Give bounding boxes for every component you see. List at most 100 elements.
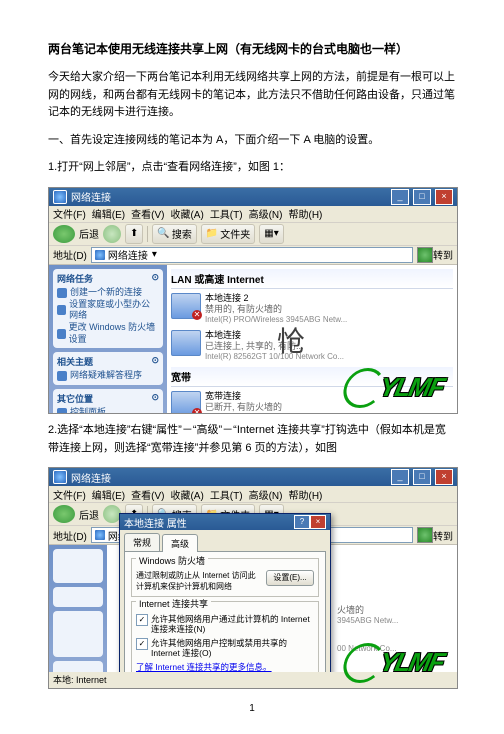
menu-file[interactable]: 文件(F) bbox=[53, 206, 86, 221]
go-label: 转到 bbox=[433, 247, 453, 262]
toolbar: 后退 ⬆ 🔍搜索 📁文件夹 ▦▾ bbox=[49, 222, 457, 246]
dialog-titlebar: 本地连接 属性 ? × bbox=[120, 514, 330, 530]
maximize-button[interactable]: □ bbox=[413, 189, 431, 205]
menu-favorites[interactable]: 收藏(A) bbox=[170, 206, 203, 221]
network-icon bbox=[171, 391, 201, 414]
address-icon bbox=[94, 529, 106, 541]
panel-network-tasks[interactable]: 网络任务⊙ bbox=[57, 272, 159, 285]
properties-dialog: 本地连接 属性 ? × 常规 高级 Windows 防火墙 通过限制或防止从 I… bbox=[119, 513, 331, 685]
connection-device: 3945ABG Netw... bbox=[337, 616, 457, 626]
tab-general[interactable]: 常规 bbox=[124, 533, 160, 551]
tab-advanced[interactable]: 高级 bbox=[162, 534, 198, 552]
place-control-panel[interactable]: 控制面板 bbox=[57, 407, 159, 414]
checkbox-allow-control[interactable]: ✓ bbox=[136, 638, 148, 650]
views-button[interactable]: ▦▾ bbox=[259, 224, 283, 244]
minimize-button[interactable]: _ bbox=[391, 469, 409, 485]
address-value: 网络连接 bbox=[108, 247, 148, 262]
checkbox-allow-share[interactable]: ✓ bbox=[136, 614, 148, 626]
address-label: 地址(D) bbox=[53, 528, 87, 543]
go-label: 转到 bbox=[433, 528, 453, 543]
menu-favorites[interactable]: 收藏(A) bbox=[170, 487, 203, 502]
task-firewall[interactable]: 更改 Windows 防火墙设置 bbox=[57, 322, 159, 345]
back-button[interactable] bbox=[53, 225, 75, 243]
panel-related[interactable]: 相关主题⊙ bbox=[57, 355, 159, 368]
back-label: 后退 bbox=[79, 226, 99, 241]
doc-title: 两台笔记本使用无线连接共享上网（有无线网卡的台式电脑也一样） bbox=[48, 40, 456, 57]
minimize-button[interactable]: _ bbox=[391, 189, 409, 205]
menu-edit[interactable]: 编辑(E) bbox=[92, 206, 125, 221]
screenshot-2: 网络连接 _ □ × 文件(F) 编辑(E) 查看(V) 收藏(A) 工具(T)… bbox=[48, 467, 458, 689]
search-button[interactable]: 🔍搜索 bbox=[152, 224, 196, 244]
window-titlebar: 网络连接 _ □ × bbox=[49, 468, 457, 486]
firewall-text: 通过限制或防止从 Internet 访问此计算机来保护计算机和网络 bbox=[136, 570, 262, 592]
ylmf-logo: YLMF bbox=[377, 647, 446, 678]
tab-content: Windows 防火墙 通过限制或防止从 Internet 访问此计算机来保护计… bbox=[124, 551, 326, 675]
back-label: 后退 bbox=[79, 507, 99, 522]
menu-bar: 文件(F) 编辑(E) 查看(V) 收藏(A) 工具(T) 高级(N) 帮助(H… bbox=[49, 206, 457, 222]
app-icon bbox=[53, 190, 67, 204]
menu-help[interactable]: 帮助(H) bbox=[288, 487, 322, 502]
address-label: 地址(D) bbox=[53, 247, 87, 262]
back-button[interactable] bbox=[53, 505, 75, 523]
dialog-tabs: 常规 高级 bbox=[120, 530, 330, 551]
address-input[interactable]: 网络连接 ▾ bbox=[91, 247, 413, 263]
go-button[interactable] bbox=[417, 527, 433, 543]
firewall-settings-button[interactable]: 设置(E)... bbox=[266, 570, 314, 586]
window-title: 网络连接 bbox=[71, 189, 111, 204]
connection-status: 已断开, 有防火墙的 bbox=[205, 402, 293, 413]
connection-name: 宽带连接 bbox=[205, 391, 293, 402]
menu-file[interactable]: 文件(F) bbox=[53, 487, 86, 502]
up-button[interactable]: ⬆ bbox=[125, 224, 143, 244]
fieldset-label: Windows 防火墙 bbox=[136, 554, 208, 567]
ics-more-info-link[interactable]: 了解 Internet 连接共享的更多信息。 bbox=[136, 662, 272, 672]
fieldset-label: Internet 连接共享 bbox=[136, 597, 211, 610]
menu-advanced[interactable]: 高级(N) bbox=[249, 206, 283, 221]
window-title: 网络连接 bbox=[71, 470, 111, 485]
left-task-pane: 网络任务⊙ 创建一个新的连接 设置家庭或小型办公网络 更改 Windows 防火… bbox=[49, 265, 167, 414]
menu-help[interactable]: 帮助(H) bbox=[288, 206, 322, 221]
checkbox-label: 允许其他网络用户控制或禁用共享的 Internet 连接(O) bbox=[151, 638, 314, 658]
connection-local2[interactable]: 本地连接 2 禁用的, 有防火墙的 Intel(R) PRO/Wireless … bbox=[171, 293, 453, 324]
menu-tools[interactable]: 工具(T) bbox=[210, 487, 243, 502]
task-new-connection[interactable]: 创建一个新的连接 bbox=[57, 287, 159, 299]
connection-local[interactable]: 本地连接 已连接上, 共享的, 有防... Intel(R) 82562GT 1… bbox=[171, 330, 453, 361]
folders-button[interactable]: 📁文件夹 bbox=[201, 224, 255, 244]
ylmf-logo: YLMF bbox=[377, 372, 446, 403]
go-button[interactable] bbox=[417, 247, 433, 263]
dialog-close-button[interactable]: × bbox=[310, 515, 326, 529]
dropdown-icon[interactable]: ▾ bbox=[152, 249, 157, 260]
network-icon bbox=[171, 330, 201, 356]
app-icon bbox=[53, 470, 67, 484]
address-bar: 地址(D) 网络连接 ▾ 转到 bbox=[49, 246, 457, 265]
menu-tools[interactable]: 工具(T) bbox=[210, 206, 243, 221]
maximize-button[interactable]: □ bbox=[413, 469, 431, 485]
forward-button[interactable] bbox=[103, 225, 121, 243]
menu-advanced[interactable]: 高级(N) bbox=[249, 487, 283, 502]
fieldset-firewall: Windows 防火墙 通过限制或防止从 Internet 访问此计算机来保护计… bbox=[131, 558, 319, 597]
paragraph-step1: 1.打开“网上邻居”，点击“查看网络连接”，如图 1： bbox=[48, 159, 456, 177]
panel-other-places[interactable]: 其它位置⊙ bbox=[57, 392, 159, 405]
dialog-help-button[interactable]: ? bbox=[294, 515, 310, 529]
connection-device: WAN 微型端口 (PPPOE) bbox=[205, 413, 293, 414]
category-lan: LAN 或高速 Internet bbox=[171, 269, 453, 289]
connection-device: Intel(R) 82562GT 10/100 Network Co... bbox=[205, 352, 344, 362]
connection-name: 本地连接 bbox=[205, 330, 344, 341]
task-troubleshoot[interactable]: 网络疑难解答程序 bbox=[57, 370, 159, 382]
connection-name: 本地连接 2 bbox=[205, 293, 347, 304]
task-setup-network[interactable]: 设置家庭或小型办公网络 bbox=[57, 299, 159, 322]
menu-view[interactable]: 查看(V) bbox=[131, 206, 164, 221]
left-task-pane bbox=[49, 545, 107, 675]
menu-edit[interactable]: 编辑(E) bbox=[92, 487, 125, 502]
connection-status: 火墙的 bbox=[337, 605, 457, 616]
paragraph-step-a: 一、首先设定连接网线的笔记本为 A，下面介绍一下 A 电脑的设置。 bbox=[48, 132, 456, 150]
menu-bar: 文件(F) 编辑(E) 查看(V) 收藏(A) 工具(T) 高级(N) 帮助(H… bbox=[49, 486, 457, 502]
menu-view[interactable]: 查看(V) bbox=[131, 487, 164, 502]
close-button[interactable]: × bbox=[435, 189, 453, 205]
network-icon bbox=[171, 293, 201, 319]
connection-device: Intel(R) PRO/Wireless 3945ABG Netw... bbox=[205, 315, 347, 325]
connection-status: 禁用的, 有防火墙的 bbox=[205, 304, 347, 315]
paragraph-step2: 2.选择“本地连接”右键“属性”－“高级”－“Internet 连接共享”打钩选… bbox=[48, 422, 456, 457]
close-button[interactable]: × bbox=[435, 469, 453, 485]
paragraph-intro: 今天给大家介绍一下两台笔记本利用无线网络共享上网的方法，前提是有一根可以上网的网… bbox=[48, 69, 456, 122]
address-icon bbox=[94, 249, 106, 261]
